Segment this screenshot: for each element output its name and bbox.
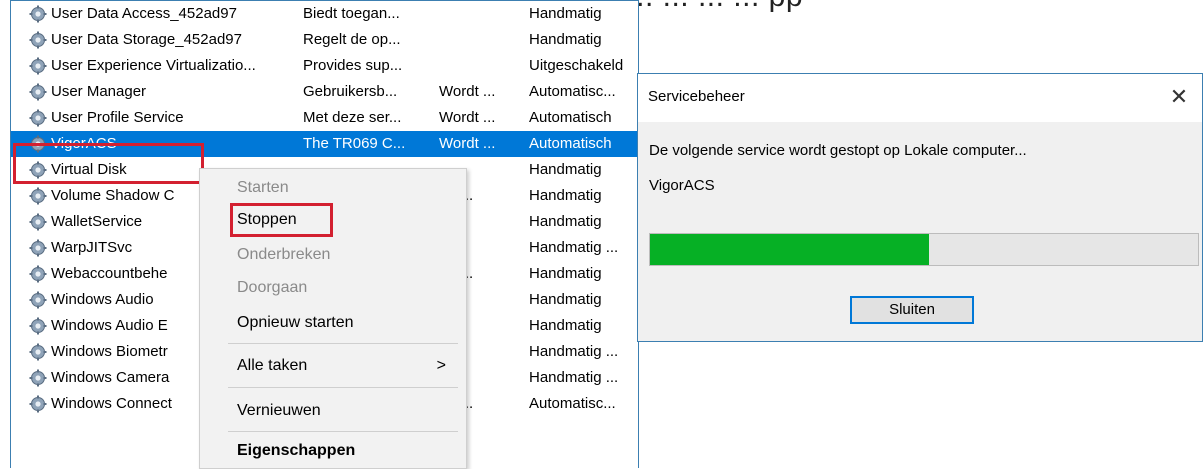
- gear-icon: [29, 291, 47, 309]
- dialog-service-name: VigorACS: [649, 177, 715, 194]
- gear-icon: [29, 109, 47, 127]
- service-startup-type: Handmatig: [529, 187, 602, 204]
- gear-icon: [29, 213, 47, 231]
- gear-icon: [29, 83, 47, 101]
- annotation-stop-box: [230, 203, 333, 237]
- gear-icon: [29, 31, 47, 49]
- table-row[interactable]: User Experience Virtualizatio... Provides…: [11, 53, 638, 79]
- service-startup-type: Handmatig: [529, 317, 602, 334]
- gear-icon: [29, 369, 47, 387]
- service-startup-type: Handmatig ...: [529, 239, 619, 256]
- gear-icon: [29, 265, 47, 283]
- table-row[interactable]: User Profile Service Met deze ser... Wordt…: [11, 105, 638, 131]
- gear-icon: [29, 5, 47, 23]
- service-startup-type: Automatisch: [529, 109, 612, 126]
- menu-separator: [228, 343, 458, 344]
- menu-item-properties[interactable]: Eigenschappen: [237, 438, 355, 464]
- service-startup-type: Handmatig: [529, 291, 602, 308]
- service-startup-type: Handmatig: [529, 265, 602, 282]
- service-startup-type: Automatisch: [529, 135, 612, 152]
- service-startup-type: Handmatig: [529, 161, 602, 178]
- service-startup-type: Handmatig ...: [529, 343, 619, 360]
- menu-item-resume[interactable]: Doorgaan: [237, 275, 307, 301]
- menu-item-restart[interactable]: Opnieuw starten: [237, 310, 354, 336]
- service-status: Wordt ...: [439, 109, 496, 126]
- service-startup-type: Handmatig: [529, 31, 602, 48]
- service-name: User Data Storage_452ad97: [51, 31, 242, 48]
- service-startup-type: Uitgeschakeld: [529, 57, 624, 74]
- service-name: User Manager: [51, 83, 147, 100]
- chevron-right-icon: >: [436, 357, 446, 374]
- gear-icon: [29, 57, 47, 75]
- service-startup-type: Handmatig: [529, 5, 602, 22]
- annotation-vigoracs-box: [13, 143, 204, 184]
- gear-icon: [29, 395, 47, 413]
- table-row[interactable]: User Data Storage_452ad97 Regelt de op...…: [11, 27, 638, 53]
- close-icon[interactable]: ✕: [1164, 82, 1194, 112]
- service-description: Biedt toegan...: [303, 5, 400, 22]
- close-button[interactable]: Sluiten: [850, 296, 974, 324]
- service-description: Met deze ser...: [303, 109, 402, 126]
- gear-icon: [29, 317, 47, 335]
- menu-item-pause[interactable]: Onderbreken: [237, 242, 330, 268]
- service-description: Provides sup...: [303, 57, 403, 74]
- service-control-dialog: Servicebeheer ✕ De volgende service word…: [637, 73, 1203, 342]
- progress-fill: [650, 234, 930, 265]
- dialog-titlebar: Servicebeheer ✕: [638, 74, 1202, 122]
- menu-item-all-tasks[interactable]: Alle taken: [237, 353, 457, 379]
- menu-item-start[interactable]: Starten: [237, 175, 289, 201]
- dialog-title: Servicebeheer: [648, 88, 745, 105]
- service-startup-type: Automatisc...: [529, 395, 616, 412]
- gear-icon: [29, 343, 47, 361]
- service-status: Wordt ...: [439, 135, 496, 152]
- dialog-message: De volgende service wordt gestopt op Lok…: [649, 142, 1027, 159]
- gear-icon: [29, 239, 47, 257]
- service-description: Gebruikersb...: [303, 83, 398, 100]
- menu-separator: [228, 387, 458, 388]
- menu-separator: [228, 431, 458, 432]
- service-name: User Data Access_452ad97: [51, 5, 237, 22]
- service-description: Regelt de op...: [303, 31, 401, 48]
- table-row[interactable]: User Data Access_452ad97 Biedt toegan... H…: [11, 1, 638, 27]
- table-row[interactable]: User Manager Gebruikersb... Wordt ... Autom…: [11, 79, 638, 105]
- service-description: The TR069 C...: [303, 135, 406, 152]
- progress-bar: [649, 233, 1199, 266]
- context-menu: Starten Stoppen Onderbreken Doorgaan Opn…: [199, 168, 467, 469]
- service-startup-type: Handmatig: [529, 213, 602, 230]
- service-status: Wordt ...: [439, 83, 496, 100]
- gear-icon: [29, 187, 47, 205]
- service-name: User Experience Virtualizatio...: [51, 57, 256, 74]
- service-startup-type: Automatisc...: [529, 83, 616, 100]
- service-startup-type: Handmatig ...: [529, 369, 619, 386]
- menu-item-refresh[interactable]: Vernieuwen: [237, 398, 321, 424]
- menu-item-all-tasks-label: Alle taken: [237, 357, 308, 374]
- service-name: User Profile Service: [51, 109, 184, 126]
